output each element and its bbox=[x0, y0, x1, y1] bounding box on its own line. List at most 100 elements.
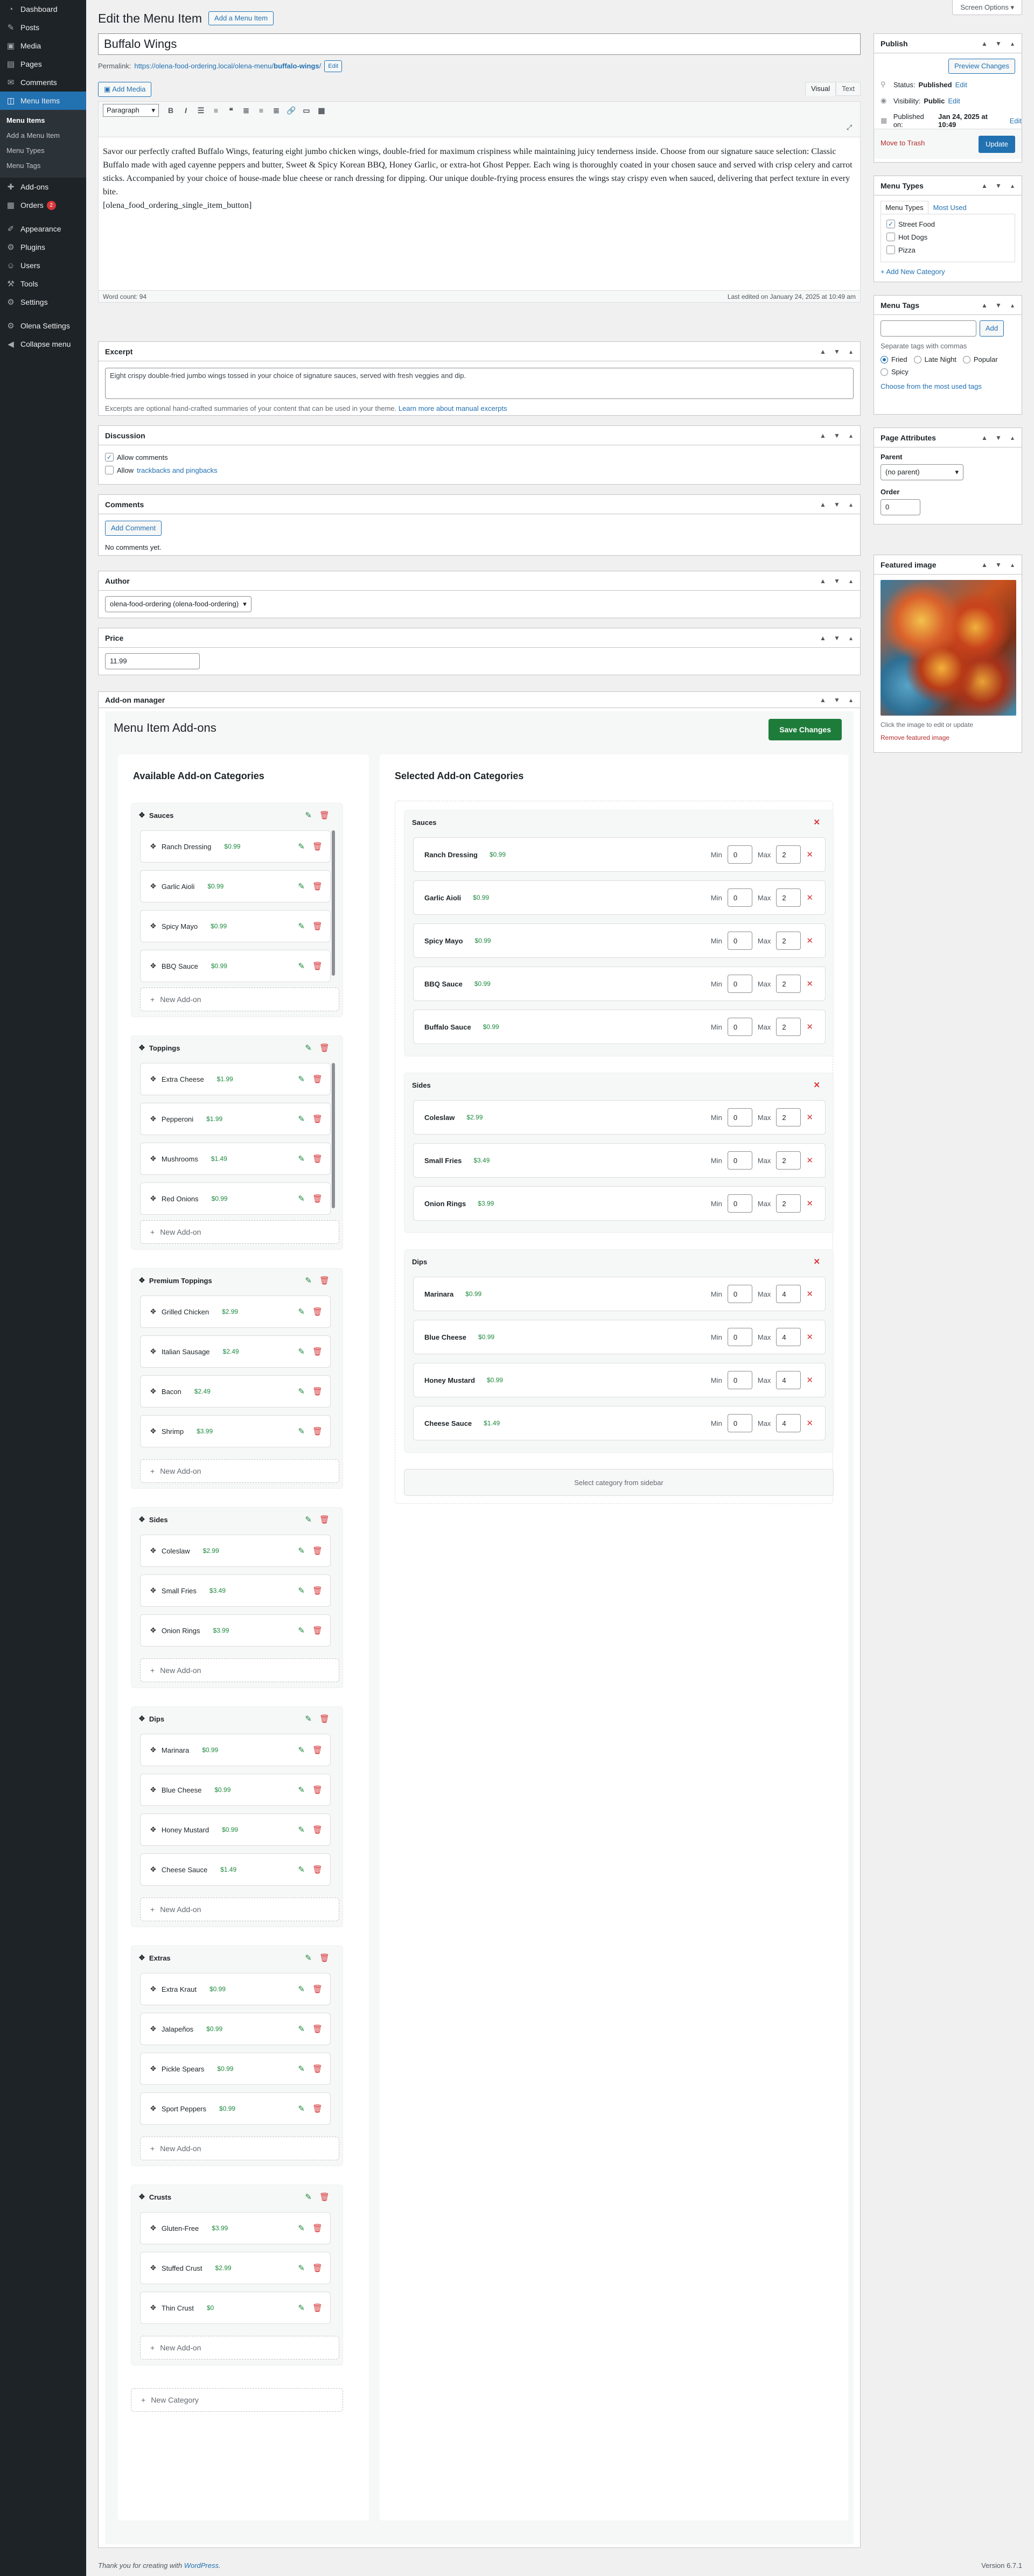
trash-icon[interactable]: 🗑 bbox=[312, 1426, 323, 1436]
move-up-icon[interactable]: ▲ bbox=[817, 575, 829, 587]
trash-icon[interactable]: 🗑 bbox=[312, 2303, 323, 2313]
toggle-icon[interactable]: ▴ bbox=[845, 632, 857, 644]
edit-icon[interactable]: ✎ bbox=[298, 1194, 305, 1203]
edit-icon[interactable]: ✎ bbox=[298, 1074, 305, 1084]
min-input[interactable]: 0 bbox=[727, 975, 752, 993]
trash-icon[interactable]: 🗑 bbox=[319, 1714, 330, 1724]
trash-icon[interactable]: 🗑 bbox=[312, 1387, 323, 1396]
toggle-icon[interactable]: ▴ bbox=[1007, 432, 1018, 444]
tab-most-used[interactable]: Most Used bbox=[928, 201, 972, 214]
toggle-icon[interactable]: ▴ bbox=[845, 499, 857, 510]
submenu-item-menu-types[interactable]: Menu Types bbox=[0, 143, 86, 158]
remove-tag-icon[interactable] bbox=[881, 368, 888, 376]
menu-item-appearance[interactable]: ✐ Appearance bbox=[0, 220, 86, 238]
addon-item[interactable]: ✥ Italian Sausage $2.49 ✎ 🗑 bbox=[140, 1335, 331, 1368]
toggle-icon[interactable]: ▴ bbox=[1007, 559, 1018, 571]
trash-icon[interactable]: 🗑 bbox=[312, 1347, 323, 1356]
trash-icon[interactable]: 🗑 bbox=[319, 1276, 330, 1285]
trash-icon[interactable]: 🗑 bbox=[312, 842, 323, 851]
trash-icon[interactable]: 🗑 bbox=[312, 1114, 323, 1124]
addon-item[interactable]: ✥ Garlic Aioli $0.99 ✎ 🗑 bbox=[140, 870, 331, 902]
edit-icon[interactable]: ✎ bbox=[298, 961, 305, 971]
align-right-icon[interactable]: ≣ bbox=[270, 104, 283, 117]
parent-select[interactable]: (no parent) ▾ bbox=[881, 464, 963, 480]
read-more-icon[interactable]: ▭ bbox=[300, 104, 313, 117]
edit-icon[interactable]: ✎ bbox=[298, 921, 305, 931]
format-select[interactable]: Paragraph ▾ bbox=[103, 104, 159, 117]
drag-handle-icon[interactable]: ✥ bbox=[150, 2224, 156, 2232]
drag-handle-icon[interactable]: ✥ bbox=[150, 842, 156, 851]
edit-icon[interactable]: ✎ bbox=[298, 1785, 305, 1795]
move-down-icon[interactable]: ▼ bbox=[831, 632, 843, 644]
link-icon[interactable]: 🔗 bbox=[285, 104, 298, 117]
drag-handle-icon[interactable]: ✥ bbox=[139, 2193, 145, 2201]
tab-visual[interactable]: Visual bbox=[805, 82, 836, 96]
addon-item[interactable]: ✥ Thin Crust $0 ✎ 🗑 bbox=[140, 2292, 331, 2324]
menu-item-orders[interactable]: ▦ Orders 2 bbox=[0, 196, 86, 214]
drag-handle-icon[interactable]: ✥ bbox=[150, 1985, 156, 1993]
max-input[interactable]: 2 bbox=[776, 888, 801, 907]
drag-handle-icon[interactable]: ✥ bbox=[150, 2104, 156, 2113]
remove-tag-icon[interactable] bbox=[962, 355, 970, 363]
move-down-icon[interactable]: ▼ bbox=[993, 559, 1004, 571]
comments-header[interactable]: Comments ▲ ▼ ▴ bbox=[99, 495, 860, 514]
drag-handle-icon[interactable]: ✥ bbox=[150, 2304, 156, 2312]
move-up-icon[interactable]: ▲ bbox=[979, 38, 990, 50]
max-input[interactable]: 2 bbox=[776, 1108, 801, 1126]
page-attributes-header[interactable]: Page Attributes ▲ ▼ ▴ bbox=[874, 428, 1022, 447]
remove-tag-icon[interactable] bbox=[881, 355, 888, 363]
addon-item[interactable]: ✥ Coleslaw $2.99 ✎ 🗑 bbox=[140, 1535, 331, 1567]
trash-icon[interactable]: 🗑 bbox=[312, 1074, 323, 1084]
menu-item-dashboard[interactable]: ◔ Dashboard bbox=[0, 0, 86, 18]
trash-icon[interactable]: 🗑 bbox=[319, 1515, 330, 1524]
menu-item-posts[interactable]: ✎ Posts bbox=[0, 18, 86, 37]
discussion-header[interactable]: Discussion ▲ ▼ ▴ bbox=[99, 426, 860, 445]
trash-icon[interactable]: 🗑 bbox=[312, 1546, 323, 1556]
visibility-edit-link[interactable]: Edit bbox=[948, 97, 960, 105]
new-addon-button[interactable]: + New Add-on bbox=[140, 988, 339, 1011]
menu-tags-header[interactable]: Menu Tags ▲ ▼ ▴ bbox=[874, 296, 1022, 315]
edit-icon[interactable]: ✎ bbox=[298, 2104, 305, 2113]
min-input[interactable]: 0 bbox=[727, 1285, 752, 1303]
menu-item-tools[interactable]: ⚒ Tools bbox=[0, 275, 86, 293]
trackbacks-link[interactable]: trackbacks and pingbacks bbox=[137, 466, 218, 474]
trash-icon[interactable]: 🗑 bbox=[312, 1825, 323, 1835]
edit-icon[interactable]: ✎ bbox=[305, 810, 312, 820]
toggle-icon[interactable]: ▴ bbox=[1007, 180, 1018, 192]
max-input[interactable]: 4 bbox=[776, 1285, 801, 1303]
menu-type-street-food[interactable]: ✓ Street Food bbox=[886, 219, 1009, 229]
permalink-link[interactable]: https://olena-food-ordering.local/olena-… bbox=[134, 60, 321, 72]
drag-handle-icon[interactable]: ✥ bbox=[150, 1546, 156, 1555]
drag-handle-icon[interactable]: ✥ bbox=[150, 1115, 156, 1123]
tag-fried[interactable]: Fried bbox=[881, 355, 907, 363]
max-input[interactable]: 2 bbox=[776, 1151, 801, 1170]
submenu-item-menu-items[interactable]: Menu Items bbox=[0, 113, 86, 128]
drag-handle-icon[interactable]: ✥ bbox=[150, 1626, 156, 1635]
editor-content[interactable]: Savor our perfectly crafted Buffalo Wing… bbox=[99, 137, 860, 290]
remove-featured-image-link[interactable]: Remove featured image bbox=[881, 734, 1015, 741]
author-select[interactable]: olena-food-ordering (olena-food-ordering… bbox=[105, 596, 251, 612]
drag-handle-icon[interactable]: ✥ bbox=[150, 1586, 156, 1595]
move-down-icon[interactable]: ▼ bbox=[993, 180, 1004, 192]
screen-options-button[interactable]: Screen Options ▾ bbox=[952, 0, 1022, 15]
addon-item[interactable]: ✥ Gluten-Free $3.99 ✎ 🗑 bbox=[140, 2212, 331, 2244]
add-menu-item-button[interactable]: Add a Menu Item bbox=[208, 11, 274, 25]
min-input[interactable]: 0 bbox=[727, 1018, 752, 1036]
category-header[interactable]: ✥ Sides ✎ 🗑 bbox=[131, 1508, 343, 1531]
align-left-icon[interactable]: ≣ bbox=[240, 104, 253, 117]
drag-handle-icon[interactable]: ✥ bbox=[139, 1276, 145, 1285]
trash-icon[interactable]: 🗑 bbox=[312, 2263, 323, 2273]
toggle-icon[interactable]: ▴ bbox=[1007, 38, 1018, 50]
price-input[interactable]: 11.99 bbox=[105, 653, 200, 669]
addon-item[interactable]: ✥ Shrimp $3.99 ✎ 🗑 bbox=[140, 1415, 331, 1447]
edit-icon[interactable]: ✎ bbox=[298, 2263, 305, 2273]
remove-category-icon[interactable]: ✕ bbox=[813, 1257, 820, 1266]
drag-handle-icon[interactable]: ✥ bbox=[139, 1515, 145, 1524]
addon-item[interactable]: ✥ BBQ Sauce $0.99 ✎ 🗑 bbox=[140, 950, 331, 982]
remove-tag-icon[interactable] bbox=[913, 355, 921, 363]
toggle-icon[interactable]: ▴ bbox=[1007, 299, 1018, 311]
remove-addon-icon[interactable]: ✕ bbox=[806, 1289, 813, 1299]
trash-icon[interactable]: 🗑 bbox=[319, 1953, 330, 1963]
new-addon-button[interactable]: + New Add-on bbox=[140, 1898, 339, 1921]
allow-comments-checkbox[interactable]: ✓ Allow comments bbox=[105, 452, 854, 463]
